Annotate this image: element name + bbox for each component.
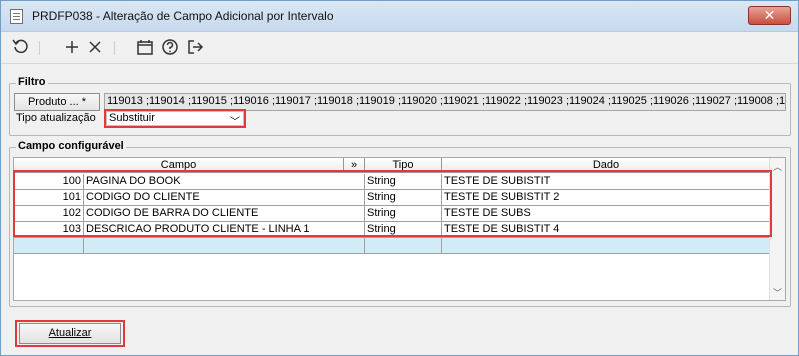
scroll-up-icon[interactable]: ︿ [773, 160, 782, 173]
title-bar: PRDFP038 - Alteração de Campo Adicional … [1, 1, 798, 32]
add-icon[interactable] [62, 37, 82, 57]
calendar-icon[interactable] [135, 37, 155, 57]
tipo-atualizacao-label: Tipo atualização [16, 112, 96, 124]
new-row-tipo[interactable] [365, 238, 442, 254]
new-row-num[interactable] [14, 238, 84, 254]
produto-button[interactable]: Produto ... * [14, 93, 100, 111]
highlight-atualizar [15, 320, 125, 347]
refresh-icon[interactable] [11, 37, 31, 57]
app-window: PRDFP038 - Alteração de Campo Adicional … [0, 0, 799, 356]
filtro-legend: Filtro [16, 76, 48, 88]
help-icon[interactable] [160, 37, 180, 57]
new-row-campo[interactable] [84, 238, 365, 254]
highlight-rows [13, 170, 772, 237]
close-button[interactable]: ✕ [748, 6, 791, 25]
exit-icon[interactable] [185, 37, 205, 57]
document-icon [10, 9, 23, 24]
window-title: PRDFP038 - Alteração de Campo Adicional … [32, 9, 334, 23]
toolbar [1, 32, 798, 64]
delete-icon[interactable] [85, 37, 105, 57]
highlight-tipo [104, 109, 246, 128]
campo-legend: Campo configurável [16, 140, 126, 152]
new-row-dado[interactable] [442, 238, 771, 254]
scroll-down-icon[interactable]: ﹀ [773, 286, 782, 299]
